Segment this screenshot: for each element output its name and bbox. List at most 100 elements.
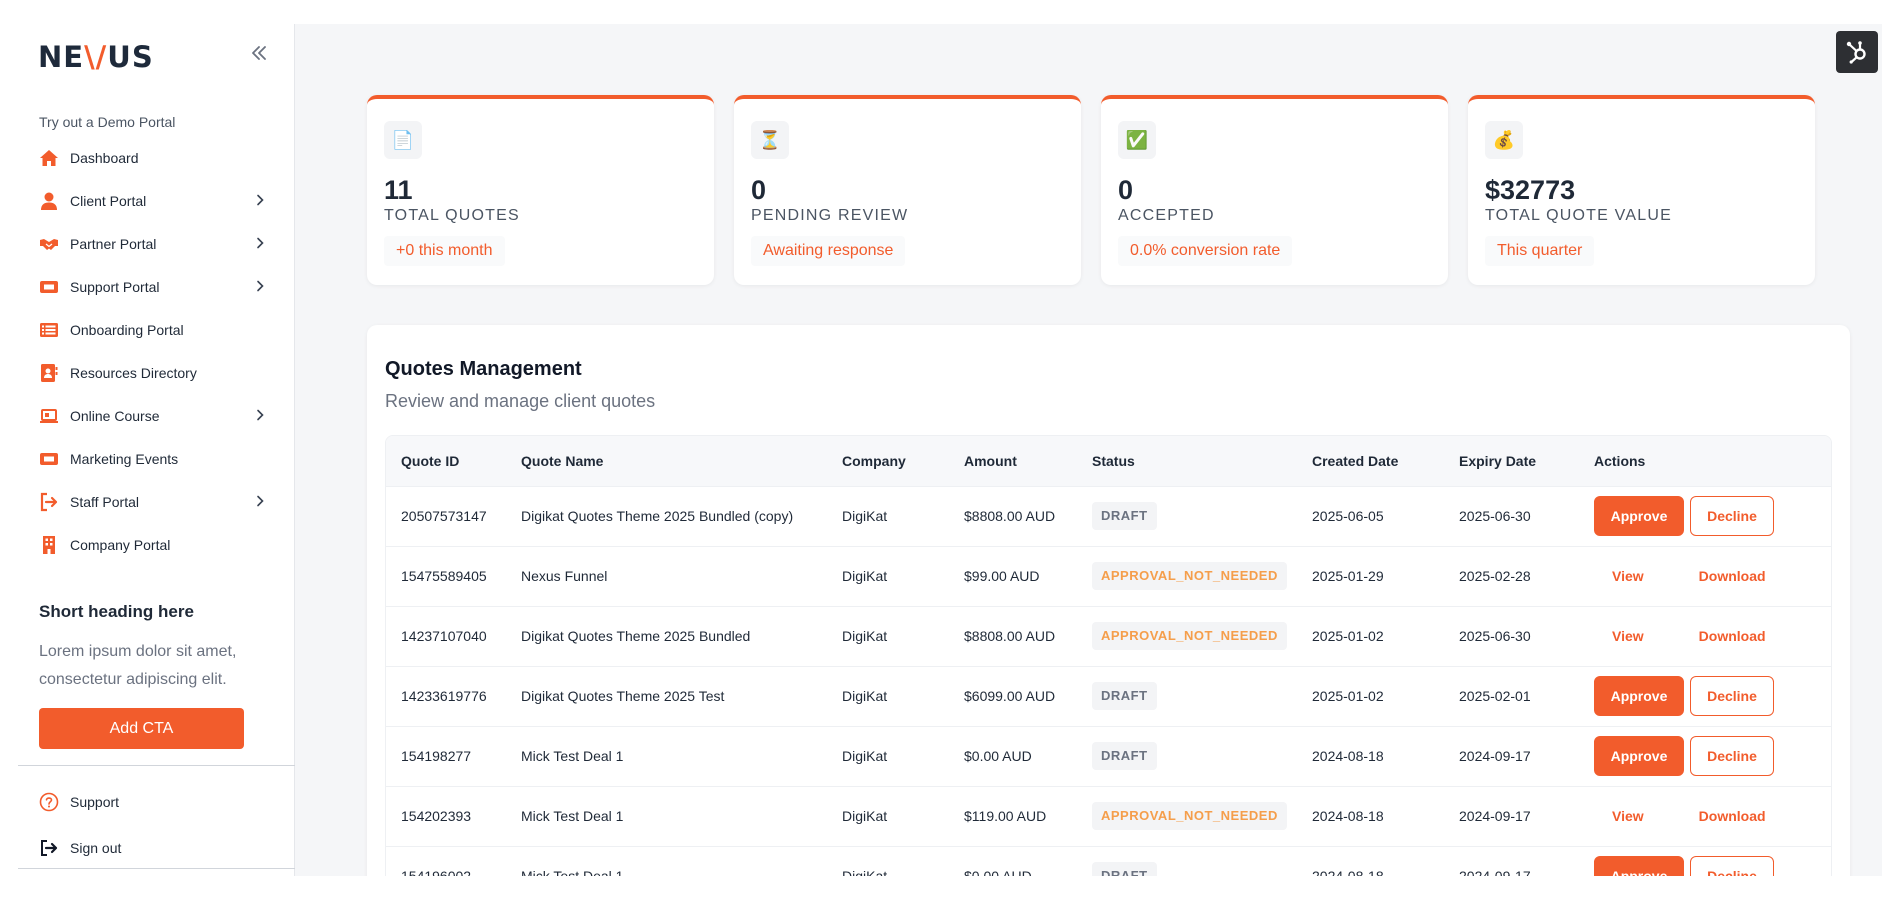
- amount: $0.00 AUD: [964, 748, 1032, 764]
- list-icon: [39, 320, 59, 340]
- column-header[interactable]: Created Date: [1297, 436, 1444, 486]
- chevron-right-icon[interactable]: [254, 409, 266, 421]
- nexus-logo[interactable]: NE\/US: [38, 40, 154, 74]
- status-badge: APPROVAL_NOT_NEEDED: [1092, 802, 1287, 830]
- column-header[interactable]: Amount: [949, 436, 1077, 486]
- table-row[interactable]: 154196002 Mick Test Deal 1 DigiKat $0.00…: [386, 846, 1831, 876]
- company: DigiKat: [842, 808, 888, 824]
- decline-button[interactable]: Decline: [1690, 856, 1774, 876]
- chevron-right-icon[interactable]: [254, 280, 266, 292]
- sidebar-item-marketing-events[interactable]: Marketing Events: [18, 437, 295, 480]
- sign-out-icon: [41, 840, 58, 856]
- table-row[interactable]: 14233619776 Digikat Quotes Theme 2025 Te…: [386, 666, 1831, 726]
- sidebar-item-label: Resources Directory: [70, 364, 197, 381]
- stat-card-accepted: ✅ 0 ACCEPTED 0.0% conversion rate: [1101, 95, 1448, 285]
- status-badge: DRAFT: [1092, 742, 1157, 770]
- quote-id: 154196002: [386, 846, 506, 876]
- approve-button[interactable]: Approve: [1594, 856, 1684, 876]
- sidebar-item-dashboard[interactable]: Dashboard: [18, 136, 295, 179]
- decline-button[interactable]: Decline: [1690, 736, 1774, 776]
- table-row[interactable]: 154198277 Mick Test Deal 1 DigiKat $0.00…: [386, 726, 1831, 786]
- column-header: Actions: [1594, 452, 1646, 469]
- sidebar-item-company-portal[interactable]: Company Portal: [18, 523, 295, 566]
- status-badge: DRAFT: [1092, 502, 1157, 530]
- company: DigiKat: [842, 688, 888, 704]
- download-button[interactable]: Download: [1699, 808, 1766, 824]
- hubspot-launcher-button[interactable]: [1836, 31, 1878, 73]
- sidebar-item-partner-portal[interactable]: Partner Portal: [18, 222, 295, 265]
- sidebar-item-resources-directory[interactable]: Resources Directory: [18, 351, 295, 394]
- quote-name: Digikat Quotes Theme 2025 Bundled (copy): [521, 508, 794, 524]
- ticket-icon: [39, 277, 59, 297]
- stat-value: 11: [384, 175, 413, 205]
- status-badge: APPROVAL_NOT_NEEDED: [1092, 622, 1287, 650]
- created-date: 2024-08-18: [1312, 808, 1384, 824]
- expiry-date: 2025-06-30: [1459, 628, 1531, 644]
- logo-prefix: NE: [38, 40, 85, 74]
- decline-button[interactable]: Decline: [1690, 496, 1774, 536]
- money-bag-icon: 💰: [1485, 121, 1523, 159]
- company: DigiKat: [842, 628, 888, 644]
- sidebar-item-staff-portal[interactable]: Staff Portal: [18, 480, 295, 523]
- column-header[interactable]: Status: [1077, 436, 1297, 486]
- support-label: Support: [70, 794, 120, 810]
- download-button[interactable]: Download: [1699, 568, 1766, 584]
- add-cta-button[interactable]: Add CTA: [39, 708, 244, 749]
- collapse-sidebar-button[interactable]: [246, 40, 272, 66]
- view-button[interactable]: View: [1612, 568, 1644, 584]
- status-badge: DRAFT: [1092, 682, 1157, 710]
- table-row[interactable]: 154202393 Mick Test Deal 1 DigiKat $119.…: [386, 786, 1831, 846]
- sign-out-link[interactable]: Sign out: [39, 836, 121, 860]
- sidebar-item-support-portal[interactable]: Support Portal: [18, 265, 295, 308]
- sidebar-item-label: Partner Portal: [70, 235, 157, 252]
- approve-button[interactable]: Approve: [1594, 496, 1684, 536]
- column-header[interactable]: Company: [827, 436, 949, 486]
- contact-book-icon: [39, 363, 59, 383]
- app-shell: NE\/US Try out a Demo Portal Dashboard C…: [18, 24, 1882, 876]
- handshake-icon: [39, 234, 59, 254]
- sidebar: NE\/US Try out a Demo Portal Dashboard C…: [18, 24, 295, 876]
- company: DigiKat: [842, 748, 888, 764]
- company: DigiKat: [842, 508, 888, 524]
- approve-button[interactable]: Approve: [1594, 736, 1684, 776]
- column-header[interactable]: Expiry Date: [1444, 436, 1579, 486]
- view-button[interactable]: View: [1612, 808, 1644, 824]
- expiry-date: 2024-09-17: [1459, 808, 1531, 824]
- expiry-date: 2025-06-30: [1459, 508, 1531, 524]
- building-icon: [39, 535, 59, 555]
- view-button[interactable]: View: [1612, 628, 1644, 644]
- table-row[interactable]: 20507573147 Digikat Quotes Theme 2025 Bu…: [386, 486, 1831, 546]
- sidebar-bottom-divider: [18, 868, 295, 869]
- sidebar-item-onboarding-portal[interactable]: Onboarding Portal: [18, 308, 295, 351]
- sidebar-item-label: Client Portal: [70, 192, 147, 209]
- stat-label: TOTAL QUOTE VALUE: [1485, 207, 1672, 224]
- download-button[interactable]: Download: [1699, 628, 1766, 644]
- stat-value: $32773: [1485, 175, 1576, 205]
- sidebar-item-client-portal[interactable]: Client Portal: [18, 179, 295, 222]
- stat-label: PENDING REVIEW: [751, 207, 909, 224]
- sidebar-item-label: Marketing Events: [70, 450, 179, 467]
- panel-subtitle: Review and manage client quotes: [385, 391, 656, 411]
- amount: $8808.00 AUD: [964, 508, 1056, 524]
- stat-card-total-quote-value: 💰 $32773 TOTAL QUOTE VALUE This quarter: [1468, 95, 1815, 285]
- column-header[interactable]: Quote Name: [506, 436, 827, 486]
- logo-accent: \/: [84, 40, 108, 74]
- support-link[interactable]: Support: [39, 790, 119, 814]
- created-date: 2024-08-18: [1312, 748, 1384, 764]
- chevron-right-icon[interactable]: [254, 194, 266, 206]
- decline-button[interactable]: Decline: [1690, 676, 1774, 716]
- promo-body: Lorem ipsum dolor sit amet, consectetur …: [39, 643, 237, 688]
- chevron-right-icon[interactable]: [254, 495, 266, 507]
- approve-button[interactable]: Approve: [1594, 676, 1684, 716]
- sign-in-icon: [39, 492, 59, 512]
- sidebar-item-online-course[interactable]: Online Course: [18, 394, 295, 437]
- column-header[interactable]: Quote ID: [386, 436, 506, 486]
- sidebar-item-label: Support Portal: [70, 278, 160, 295]
- stat-note: This quarter: [1485, 236, 1595, 266]
- panel-title: Quotes Management: [385, 358, 582, 380]
- quote-name: Nexus Funnel: [521, 568, 608, 584]
- table-row[interactable]: 14237107040 Digikat Quotes Theme 2025 Bu…: [386, 606, 1831, 666]
- table-header-row: Quote ID Quote Name Company Amount Statu…: [386, 436, 1831, 486]
- chevron-right-icon[interactable]: [254, 237, 266, 249]
- table-row[interactable]: 15475589405 Nexus Funnel DigiKat $99.00 …: [386, 546, 1831, 606]
